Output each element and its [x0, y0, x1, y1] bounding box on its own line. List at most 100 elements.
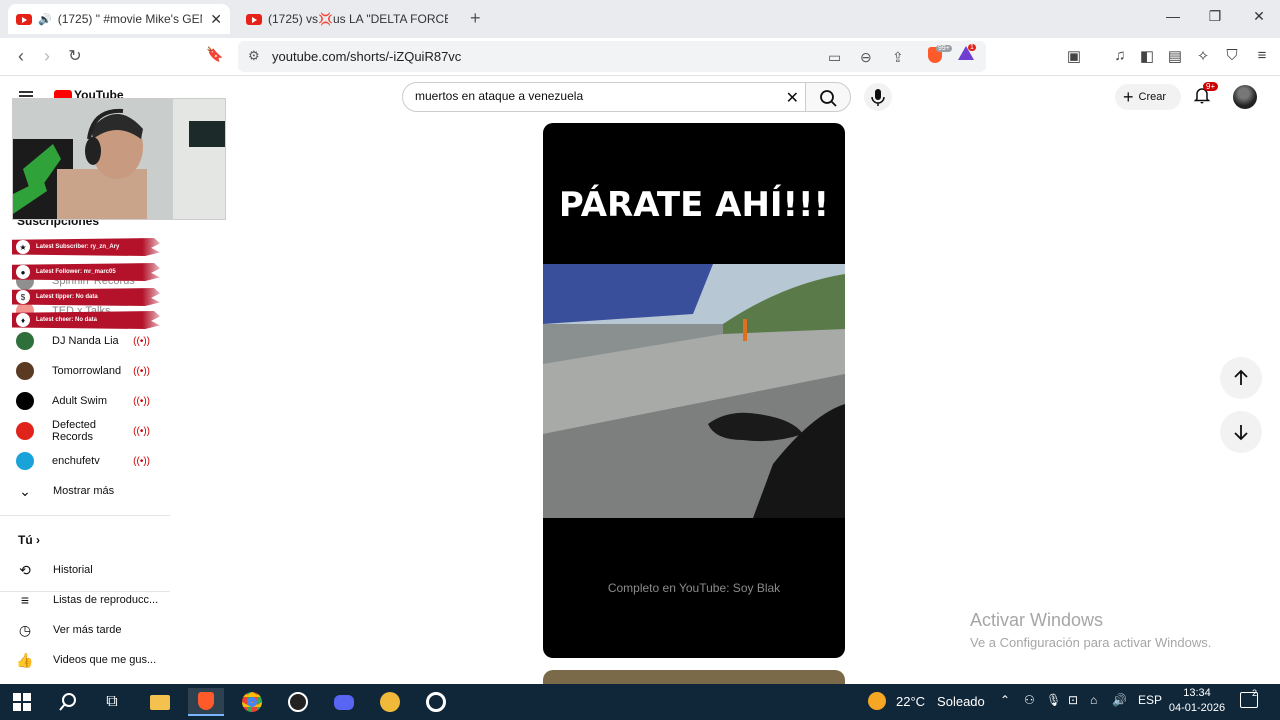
cast-icon[interactable]: ▭: [828, 49, 841, 66]
channel-name: DJ Nanda Lia: [52, 335, 119, 347]
display-icon[interactable]: ⊡: [1068, 693, 1078, 707]
short-caption: Completo en YouTube: Soy Blak: [607, 581, 781, 595]
notifications-button[interactable]: 9+: [1193, 82, 1219, 109]
speaker-icon[interactable]: 🔊: [38, 13, 52, 26]
sidebar-channel-item[interactable]: enchufetv ((•)): [16, 449, 166, 473]
close-tab-icon[interactable]: ✕: [210, 11, 222, 28]
previous-short-button[interactable]: [1220, 357, 1262, 399]
live-icon: ((•)): [133, 425, 150, 437]
url-text[interactable]: youtube.com/shorts/-iZQuiR87vc: [272, 49, 461, 64]
arrow-down-icon: [1234, 425, 1248, 441]
person-icon: ●: [16, 265, 30, 279]
clear-search-icon[interactable]: ✕: [786, 88, 799, 108]
notification-badge: 9+: [1203, 82, 1219, 91]
sidebar-item-history[interactable]: ⟲ Historial: [16, 558, 166, 582]
webcam-overlay: [12, 98, 226, 220]
stream-alert-cheer: ♦ Latest cheer: No data: [12, 311, 160, 329]
start-button[interactable]: [4, 688, 40, 716]
next-short-button[interactable]: [1220, 411, 1262, 453]
voice-search-button[interactable]: [864, 83, 892, 111]
sidebar-item-watch-later[interactable]: ◷ Ver más tarde: [16, 618, 166, 642]
network-icon[interactable]: ⌂: [1090, 693, 1097, 707]
search-input[interactable]: [415, 89, 765, 103]
sidebar-icon[interactable]: ◧: [1137, 47, 1157, 65]
microphone-icon[interactable]: 🎙: [1046, 693, 1061, 707]
history-icon: ⟲: [19, 561, 31, 578]
short-video-player[interactable]: PÁRATE AHÍ!!! Completo en YouTube: Soy B…: [543, 123, 845, 658]
search-button[interactable]: [805, 82, 851, 112]
channel-name: Defected Records: [52, 419, 97, 443]
channel-avatar: [16, 332, 34, 350]
forward-button[interactable]: ›: [36, 46, 58, 67]
microphone-icon: [871, 89, 885, 106]
sidebar-item-playlists[interactable]: ≡ Listas de reproducc...: [16, 588, 166, 612]
sun-icon: [868, 692, 886, 710]
app-icon[interactable]: [418, 688, 454, 716]
task-view-icon[interactable]: ⧉: [94, 688, 130, 716]
windows-taskbar: ⧉ 22°C Soleado ⌃ ⚇ 🎙 ⊡ ⌂ 🔊 ESP 13:34 04-…: [0, 684, 1280, 720]
tab-strip: 🔊 (1725) " #movie Mike's GENIU ✕ (1725) …: [0, 0, 1280, 38]
account-avatar[interactable]: [1233, 85, 1257, 109]
chat-app-icon[interactable]: [372, 688, 408, 716]
channel-avatar: [16, 362, 34, 380]
sidebar-channel-item[interactable]: DJ Nanda Lia ((•)): [16, 329, 166, 353]
playlists-icon: ≡: [20, 592, 30, 608]
tab-title: (1725) vs💢us LA "DELTA FORCE" CA: [268, 12, 448, 26]
tab-title: (1725) " #movie Mike's GENIU: [57, 12, 203, 26]
live-icon: ((•)): [133, 335, 150, 347]
bookmark-icon[interactable]: 🔖: [204, 46, 226, 63]
leo-ai-icon[interactable]: ✧: [1193, 47, 1213, 65]
motorcycle-road-scene: [543, 264, 845, 518]
back-button[interactable]: ‹: [10, 46, 32, 67]
show-hidden-icons[interactable]: ⌃: [1000, 693, 1010, 707]
obs-icon[interactable]: [280, 688, 316, 716]
vpn-icon[interactable]: ⛉: [1222, 47, 1242, 64]
zoom-icon[interactable]: ⊖: [860, 49, 872, 66]
file-explorer-icon[interactable]: [142, 688, 178, 716]
share-icon[interactable]: ⇪: [892, 49, 904, 66]
create-button[interactable]: + Crear: [1115, 84, 1181, 110]
windows-logo-icon: [13, 693, 31, 711]
minimize-button[interactable]: —: [1163, 8, 1183, 24]
address-bar[interactable]: ⚙ youtube.com/shorts/-iZQuiR87vc ▭ ⊖ ⇪: [238, 41, 986, 72]
chevron-down-icon: ⌄: [19, 482, 31, 499]
you-section-heading[interactable]: Tú ›: [18, 533, 40, 547]
sidebar-channel-item[interactable]: Defected Records ((•)): [16, 419, 166, 443]
channel-avatar: [16, 452, 34, 470]
close-window-button[interactable]: ✕: [1249, 8, 1269, 25]
restore-button[interactable]: ❐: [1205, 8, 1225, 25]
reload-button[interactable]: ↻: [64, 46, 86, 66]
menu-icon[interactable]: ≡: [1252, 47, 1272, 64]
site-info-icon[interactable]: ⚙: [248, 48, 260, 64]
tab-active[interactable]: 🔊 (1725) " #movie Mike's GENIU ✕: [8, 4, 230, 34]
search-box[interactable]: ✕: [402, 82, 810, 112]
media-icon[interactable]: ♫: [1110, 47, 1130, 64]
brave-browser-icon[interactable]: [188, 688, 224, 716]
rewards-badge: 1: [968, 44, 976, 51]
volume-icon[interactable]: 🔊: [1112, 693, 1127, 707]
wallet-icon[interactable]: ▤: [1165, 47, 1185, 65]
dollar-icon: $: [16, 290, 30, 304]
language-indicator[interactable]: ESP: [1138, 693, 1162, 707]
weather-widget[interactable]: 22°C Soleado: [868, 692, 985, 710]
meet-now-icon[interactable]: ⚇: [1024, 693, 1035, 707]
star-icon: ★: [16, 240, 30, 254]
tab-second[interactable]: (1725) vs💢us LA "DELTA FORCE" CA: [238, 4, 460, 34]
live-icon: ((•)): [133, 365, 150, 377]
sidebar-item-liked[interactable]: 👍 Videos que me gus...: [16, 648, 166, 672]
new-tab-button[interactable]: +: [470, 8, 481, 29]
youtube-favicon-icon: [16, 13, 32, 25]
clock[interactable]: 13:34 04-01-2026: [1168, 686, 1226, 716]
windows-activation-watermark: Activar Windows Ve a Configuración para …: [970, 610, 1212, 650]
next-short-preview[interactable]: [543, 670, 845, 684]
search-taskbar-button[interactable]: [50, 688, 86, 716]
search-icon: [59, 693, 76, 711]
reader-mode-icon[interactable]: ▣: [1064, 47, 1084, 65]
show-more-button[interactable]: ⌄ Mostrar más: [16, 479, 166, 503]
live-icon: ((•)): [133, 395, 150, 407]
sidebar-channel-item[interactable]: Tomorrowland ((•)): [16, 359, 166, 383]
discord-icon[interactable]: [326, 688, 362, 716]
chrome-icon[interactable]: [234, 688, 270, 716]
short-headline: PÁRATE AHÍ!!!: [558, 185, 830, 225]
sidebar-channel-item[interactable]: Adult Swim ((•)): [16, 389, 166, 413]
